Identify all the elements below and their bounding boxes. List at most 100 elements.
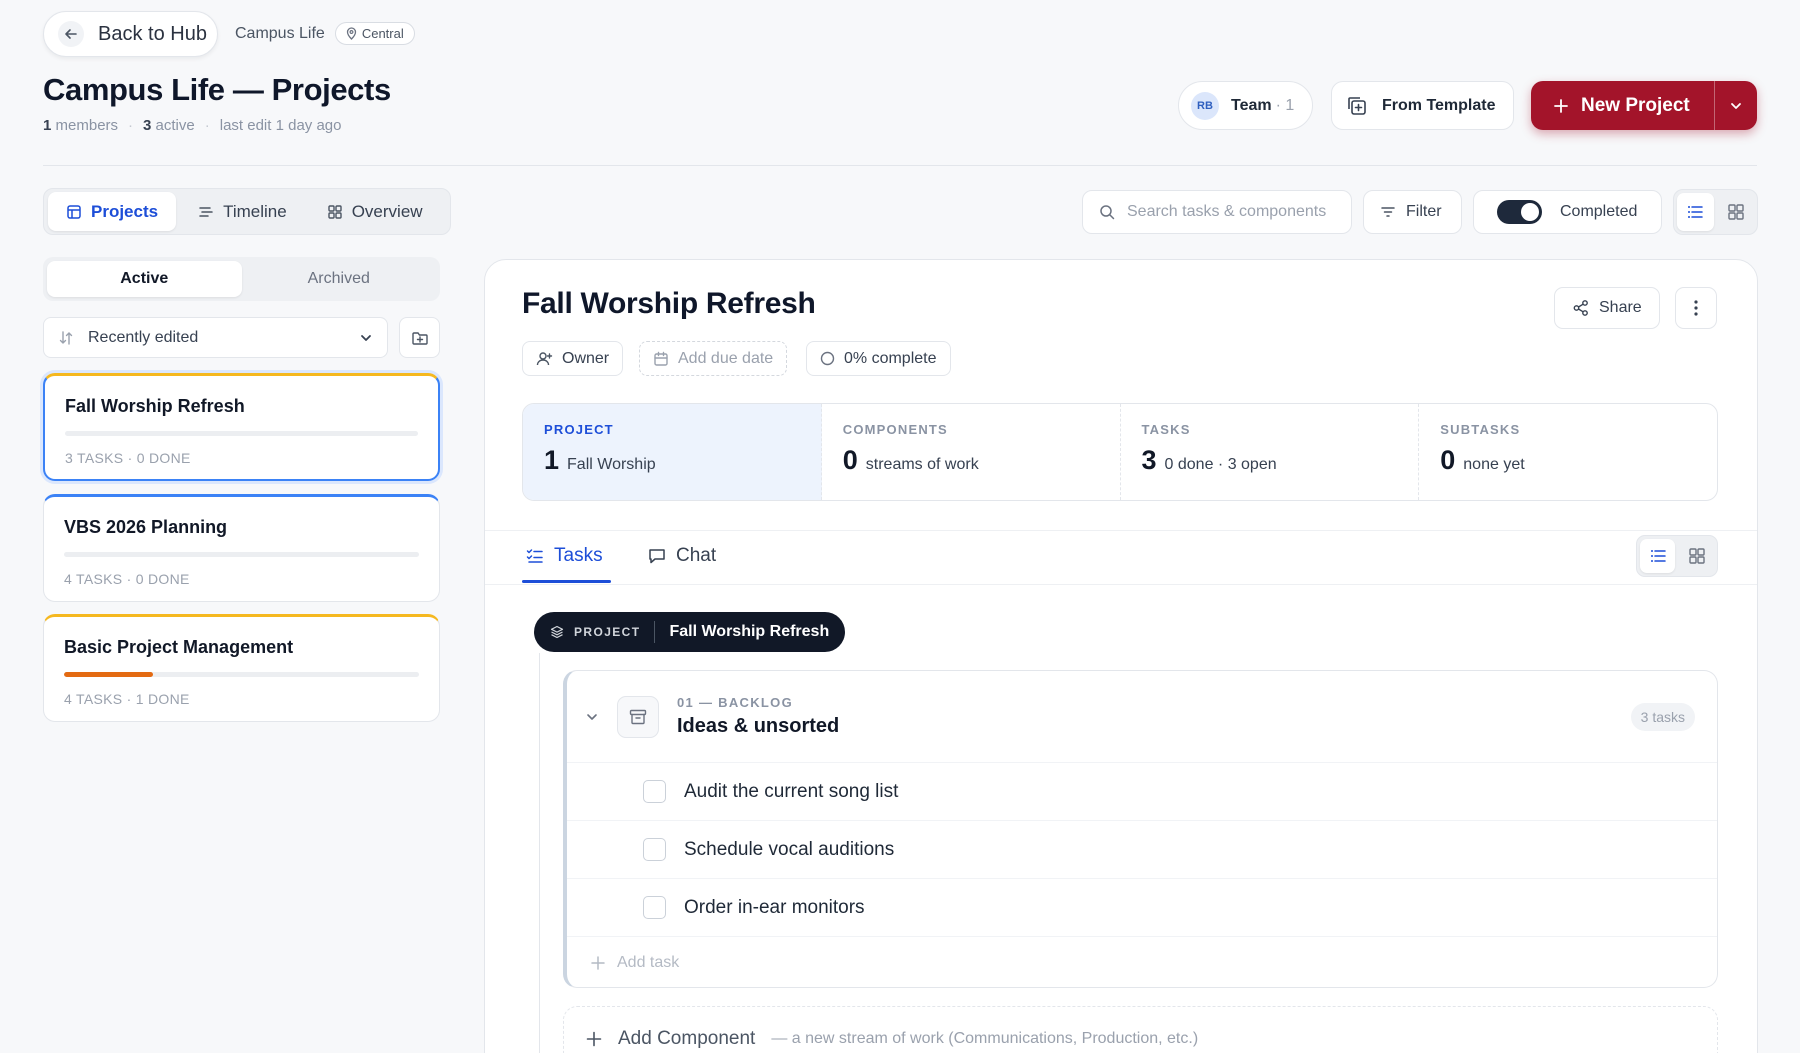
project-card-name: VBS 2026 Planning [64, 517, 228, 537]
task-layout-switcher [1636, 535, 1718, 577]
stat-project: PROJECT 1 Fall Worship [523, 404, 822, 500]
layout-icon [67, 204, 81, 219]
from-template-button[interactable]: From Template [1331, 81, 1514, 130]
back-to-hub-button[interactable]: Back to Hub [43, 11, 218, 57]
owner-label: Owner [562, 349, 610, 367]
layers-icon [550, 625, 564, 639]
chat-icon [649, 549, 665, 564]
task-title: Schedule vocal auditions [684, 838, 895, 860]
filter-icon [1381, 207, 1395, 217]
circle-icon [820, 351, 835, 366]
component-task-count: 3 tasks [1630, 702, 1695, 731]
tree-connector [539, 653, 540, 1053]
list-checks-icon [526, 549, 543, 563]
add-component-label: Add Component [618, 1028, 756, 1049]
stat-tasks: TASKS 3 0 done · 3 open [1121, 404, 1420, 500]
project-card-name: Basic Project Management [64, 637, 294, 657]
map-pin-icon [346, 27, 356, 40]
stat-subtasks: SUBTASKS 0 none yet [1419, 404, 1717, 500]
task-grid-view-button[interactable] [1679, 539, 1714, 573]
tab-timeline-label: Timeline [223, 201, 287, 221]
owner-chip[interactable]: Owner [522, 341, 624, 376]
new-project-dropdown[interactable] [1715, 81, 1757, 130]
tab-tasks[interactable]: Tasks [526, 545, 603, 567]
stats-strip: PROJECT 1 Fall Worship COMPONENTS 0 stream… [522, 403, 1718, 501]
project-card-meta: 4 TASKS · 0 DONE [64, 571, 190, 587]
project-card[interactable]: Basic Project Management 4 TASKS · 1 DON… [43, 614, 440, 722]
project-progress-bar [64, 672, 419, 677]
task-title: Order in-ear monitors [684, 896, 865, 918]
stat-key: TASKS [1141, 422, 1191, 437]
new-project-main[interactable]: New Project [1531, 81, 1714, 130]
stat-number: 1 [544, 445, 560, 475]
chevron-down-icon[interactable] [585, 710, 599, 724]
completion-label: 0% complete [844, 349, 937, 367]
tab-chat[interactable]: Chat [648, 545, 716, 567]
component-header[interactable]: 01 — BACKLOG Ideas & unsorted 3 tasks [567, 671, 1717, 763]
tab-overview[interactable]: Overview [309, 192, 441, 231]
tabs-top-divider [485, 530, 1757, 531]
stat-key: PROJECT [544, 422, 614, 437]
pill-divider [654, 621, 656, 643]
segment-archived[interactable]: Archived [242, 261, 437, 297]
active-tab-indicator [522, 580, 611, 583]
add-task-button[interactable]: Add task [567, 937, 1717, 987]
view-tabs: Projects Timeline Overview [43, 188, 451, 235]
task-row[interactable]: Schedule vocal auditions [567, 821, 1717, 879]
page-meta: 1 members · 3 active · last edit 1 day a… [43, 117, 342, 134]
stat-number: 0 [1440, 445, 1456, 475]
share-button[interactable]: Share [1554, 287, 1660, 329]
stat-desc: streams of work [865, 456, 979, 473]
task-checkbox[interactable] [643, 838, 666, 861]
completion-chip: 0% complete [806, 341, 951, 376]
add-component-button[interactable]: Add Component — a new stream of work (Co… [563, 1006, 1718, 1053]
new-project-button[interactable]: New Project [1531, 81, 1757, 130]
completed-label: Completed [1560, 203, 1638, 220]
progress-fill [64, 672, 153, 677]
new-folder-button[interactable] [399, 317, 440, 358]
sort-select[interactable]: Recently edited [43, 317, 388, 358]
more-button[interactable] [1675, 287, 1717, 329]
location-label: Central [361, 26, 404, 41]
project-card[interactable]: VBS 2026 Planning 4 TASKS · 0 DONE [43, 494, 440, 602]
tab-timeline[interactable]: Timeline [180, 192, 305, 231]
arrow-left-icon [58, 21, 84, 47]
project-title: Fall Worship Refresh [522, 287, 816, 320]
team-button[interactable]: RB Team · 1 [1178, 81, 1313, 130]
list-icon [1688, 206, 1703, 218]
project-card[interactable]: Fall Worship Refresh 3 TASKS · 0 DONE [43, 373, 440, 481]
stat-components: COMPONENTS 0 streams of work [822, 404, 1121, 500]
chevron-down-icon [1731, 102, 1741, 109]
segment-active[interactable]: Active [47, 261, 242, 297]
grid-icon [1728, 204, 1744, 220]
task-list-view-button[interactable] [1640, 539, 1675, 573]
task-checkbox[interactable] [643, 896, 666, 919]
task-row[interactable]: Order in-ear monitors [567, 879, 1717, 937]
completed-toggle[interactable]: Completed [1473, 190, 1662, 234]
filter-button[interactable]: Filter [1363, 190, 1462, 234]
toggle-switch[interactable] [1497, 200, 1542, 224]
due-date-chip[interactable]: Add due date [639, 341, 788, 376]
from-template-label: From Template [1382, 96, 1496, 114]
stat-desc: 0 done · 3 open [1164, 456, 1277, 473]
task-row[interactable]: Audit the current song list [567, 763, 1717, 821]
active-label: active [155, 117, 195, 134]
tab-chat-label: Chat [676, 545, 717, 566]
grid-icon [328, 204, 342, 219]
add-task-label: Add task [617, 954, 680, 971]
list-view-button[interactable] [1677, 193, 1714, 231]
timeline-icon [199, 206, 213, 217]
search-input[interactable]: Search tasks & components [1082, 190, 1352, 234]
project-card-meta: 3 TASKS · 0 DONE [65, 450, 191, 466]
stat-desc: Fall Worship [567, 456, 656, 473]
share-label: Share [1599, 299, 1642, 316]
project-progress-bar [64, 552, 419, 557]
task-checkbox[interactable] [643, 780, 666, 803]
add-component-hint: — a new stream of work (Communications, … [771, 1030, 1199, 1047]
tab-projects[interactable]: Projects [48, 192, 177, 231]
breadcrumb-campus[interactable]: Campus Life [235, 25, 325, 43]
grid-view-button[interactable] [1718, 193, 1755, 231]
plus-icon [1554, 98, 1568, 113]
header-divider [43, 165, 1757, 166]
share-icon [1573, 300, 1588, 316]
